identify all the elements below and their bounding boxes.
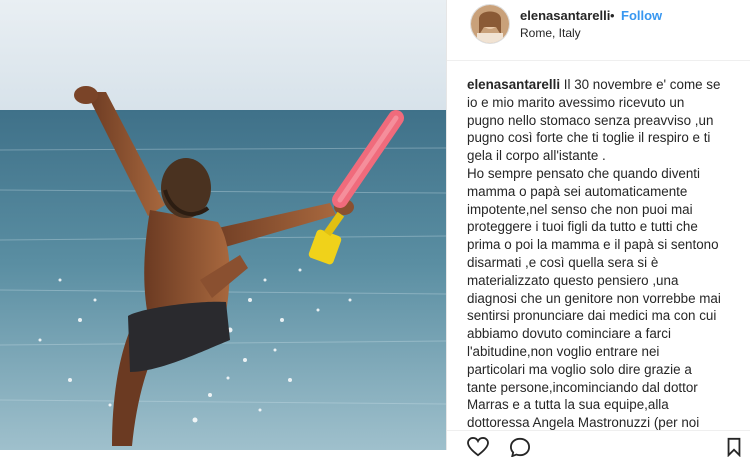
avatar[interactable] [471,5,509,43]
caption-line: sentirsi pronunciare dai medici ma con c… [467,308,717,324]
follow-button[interactable]: Follow [621,8,662,23]
caption-line: Marras e a tutta la sua equipe,alla [467,397,669,413]
caption-line: Ho sempre pensato che quando diventi [467,165,701,181]
caption-username[interactable]: elenasantarelli [467,77,560,92]
post-caption: elenasantarelli Il 30 novembre e' come s… [467,76,749,432]
caption-line: disarmati ,e così quella sera si è [467,254,659,270]
caption-line: io e mio marito avessimo ricevuto un [467,94,685,110]
separator-dot: • [610,8,615,23]
caption-line: diagnosi che un genitore non vorrebbe ma… [467,290,721,306]
caption-line: materializzato questo pensiero ,una [467,272,679,288]
caption-line: mamma o papà sei automaticamente [467,183,688,199]
username-link[interactable]: elenasantarelli [520,8,610,23]
caption-line: tante persone,incominciando dal dottor [467,379,698,395]
post-photo[interactable] [0,0,446,450]
caption-line: impotente,nel senso che non puoi mai [467,201,693,217]
caption-line: prima o poi la mamma e il papà si senton… [467,237,719,253]
sky [0,0,446,112]
caption-line: l'abitudine,non voglio entrare nei [467,343,660,359]
photo-scene [0,0,446,450]
caption-line: abbiamo dovuto cominciare a farci [467,326,671,342]
caption-line: pugno così forte che ti toglie il respir… [467,130,711,146]
caption-line: gela il corpo all'istante . [467,148,606,164]
caption-line: pugno nello stomaco senza preavviso ,un [467,112,714,128]
caption-line: particolari ma voglio solo dire grazie a [467,361,692,377]
caption-line: proteggere i tuoi figli da tutto e tutti… [467,219,698,235]
caption-line: elenasantarelli Il 30 novembre e' come s… [467,77,721,92]
action-bar [447,430,750,458]
post-sidebar: elenasantarelli • Follow Rome, Italy ele… [447,0,750,458]
location-link[interactable]: Rome, Italy [520,26,581,40]
post-header: elenasantarelli • Follow Rome, Italy [447,0,750,61]
